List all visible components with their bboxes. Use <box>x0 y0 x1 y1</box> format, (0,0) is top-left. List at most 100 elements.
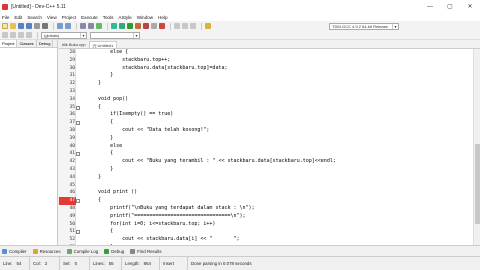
compile-icon[interactable] <box>111 23 117 29</box>
menu-edit[interactable]: Edit <box>14 15 22 20</box>
insert-icon[interactable] <box>10 32 16 38</box>
options-icon[interactable] <box>190 23 196 29</box>
undo-icon[interactable] <box>57 23 63 29</box>
line-number: 33 <box>69 89 75 94</box>
fold-toggle-icon[interactable]: - <box>76 121 80 126</box>
code-line[interactable]: 46 void print () <box>69 189 480 197</box>
code-line[interactable]: 32 } <box>69 80 480 88</box>
window-controls: — ▢ ✕ <box>420 0 480 13</box>
stop-icon[interactable] <box>159 23 165 29</box>
profile-icon[interactable] <box>151 23 157 29</box>
print-icon[interactable] <box>42 23 48 29</box>
code-line[interactable]: 48 printf("\nBuku yang terdapat dalam st… <box>69 205 480 213</box>
compiler-select[interactable]: TDM-GCC 4.9.2 64-bit Release ▾ <box>329 22 399 30</box>
save-all-icon[interactable] <box>26 23 32 29</box>
tab-project[interactable]: Project <box>0 40 18 47</box>
code-line[interactable]: 42 cout << "Buku yang terambil : " << st… <box>69 158 480 166</box>
redo-icon[interactable] <box>65 23 71 29</box>
vertical-scrollbar[interactable] <box>473 49 480 245</box>
goto-bookmark-icon[interactable] <box>26 32 32 38</box>
line-number: 45 <box>69 182 75 188</box>
tab-resources[interactable]: Resources <box>32 248 61 254</box>
compiler-select-value: TDM-GCC 4.9.2 64-bit Release <box>332 23 388 29</box>
tab-compile-log-label: Compile Log <box>73 248 99 254</box>
code-line[interactable]: 29 stackbaru.top++; <box>69 57 480 65</box>
fold-toggle-icon[interactable]: - <box>76 230 80 235</box>
menu-file[interactable]: File <box>2 15 9 20</box>
bottom-panel-tabs: Compiler Resources Compile Log Debug Fin… <box>0 245 480 256</box>
editor-tab-file[interactable]: tilik Buku.cpp <box>59 41 89 48</box>
find-results-icon <box>130 248 136 254</box>
find-icon[interactable] <box>80 23 86 29</box>
menu-search[interactable]: Search <box>27 15 42 20</box>
code-line[interactable]: 44 } <box>69 174 480 182</box>
maximize-button[interactable]: ▢ <box>440 0 460 13</box>
code-line[interactable]: 37- { <box>69 119 480 127</box>
debug-icon[interactable] <box>143 23 149 29</box>
save-icon[interactable] <box>18 23 24 29</box>
menu-astyle[interactable]: AStyle <box>118 15 131 20</box>
menu-execute[interactable]: Execute <box>81 15 98 20</box>
globals-select[interactable]: (globals) ▾ <box>41 31 87 39</box>
minimize-button[interactable]: — <box>420 0 440 13</box>
compile-run-icon[interactable] <box>127 23 133 29</box>
goto-icon[interactable] <box>96 23 102 29</box>
code-line[interactable]: 50 for(int i=0; i<=stackbaru.top; i++) <box>69 221 480 229</box>
code-line[interactable]: 41- { <box>69 150 480 158</box>
tab-classes[interactable]: Classes <box>17 40 37 47</box>
code-line[interactable]: 28 else { <box>69 49 480 57</box>
code-line[interactable]: 45 <box>69 182 480 190</box>
chevron-down-icon: ▾ <box>392 23 398 29</box>
menu-help[interactable]: Help <box>158 15 167 20</box>
code-editor[interactable]: 28 else {29 stackbaru.top++; 30 stackbaru… <box>59 49 480 260</box>
menu-project[interactable]: Project <box>62 15 76 20</box>
tab-compiler[interactable]: Compiler <box>2 248 27 254</box>
line-number: 32 <box>69 81 75 87</box>
code-text: printf("================================… <box>86 212 246 219</box>
new-file-icon[interactable] <box>2 23 8 29</box>
code-line[interactable]: 30 stackbaru.data[stackbaru.top]=data; <box>69 65 480 73</box>
status-length-value: 864 <box>143 261 151 266</box>
code-line[interactable]: 47- { <box>59 197 480 205</box>
tab-compile-log[interactable]: Compile Log <box>66 248 99 254</box>
menu-window[interactable]: Window <box>137 15 153 20</box>
code-line[interactable]: 33 <box>69 88 480 96</box>
code-line[interactable]: 40 else <box>69 143 480 151</box>
code-line[interactable]: 38 cout << "Data telah kosong!"; <box>69 127 480 135</box>
code-line[interactable]: 52 cout << stackbaru.data[i] << " "; <box>69 236 480 244</box>
close-button[interactable]: ✕ <box>460 0 480 13</box>
grid-icon[interactable] <box>174 23 180 29</box>
fold-toggle-icon[interactable]: - <box>76 152 80 157</box>
rebuild-icon[interactable] <box>135 23 141 29</box>
layout-icon[interactable] <box>182 23 188 29</box>
open-folder-icon[interactable] <box>10 23 16 29</box>
toggle-bookmark-icon[interactable] <box>18 32 24 38</box>
menu-view[interactable]: View <box>47 15 57 20</box>
members-select[interactable]: ▾ <box>90 31 140 39</box>
code-line[interactable]: 34 void pop() <box>69 96 480 104</box>
run-icon[interactable] <box>119 23 125 29</box>
new-class-icon[interactable] <box>2 32 8 38</box>
tab-debug[interactable]: Debug <box>37 40 54 47</box>
status-line-label: Line: <box>3 261 13 266</box>
code-line[interactable]: 35- { <box>69 104 480 112</box>
tab-find-results[interactable]: Find Results <box>130 248 162 254</box>
code-line[interactable]: 39 } <box>69 135 480 143</box>
tab-debug-bottom[interactable]: Debug <box>104 248 125 254</box>
code-text: else { <box>86 49 129 55</box>
scrollbar-thumb[interactable] <box>475 144 480 224</box>
code-line[interactable]: 36 if(Isempty() == true) <box>69 111 480 119</box>
fold-toggle-icon[interactable]: - <box>76 105 80 110</box>
code-area[interactable]: 28 else {29 stackbaru.top++; 30 stackbaru… <box>59 49 470 260</box>
code-line[interactable]: 49 printf("=============================… <box>69 212 480 221</box>
close-file-icon[interactable] <box>34 23 40 29</box>
menu-tools[interactable]: Tools <box>103 15 114 20</box>
code-line[interactable]: 43 } <box>69 166 480 174</box>
about-icon[interactable] <box>205 23 211 29</box>
replace-icon[interactable] <box>88 23 94 29</box>
fold-toggle-icon[interactable]: - <box>76 199 80 204</box>
editor-tab-untitled[interactable]: [*] Untitled1 <box>88 41 118 48</box>
code-line[interactable]: 51- { <box>69 228 480 236</box>
tab-debug-label: Debug <box>111 248 125 254</box>
code-line[interactable]: 31 } <box>69 72 480 80</box>
